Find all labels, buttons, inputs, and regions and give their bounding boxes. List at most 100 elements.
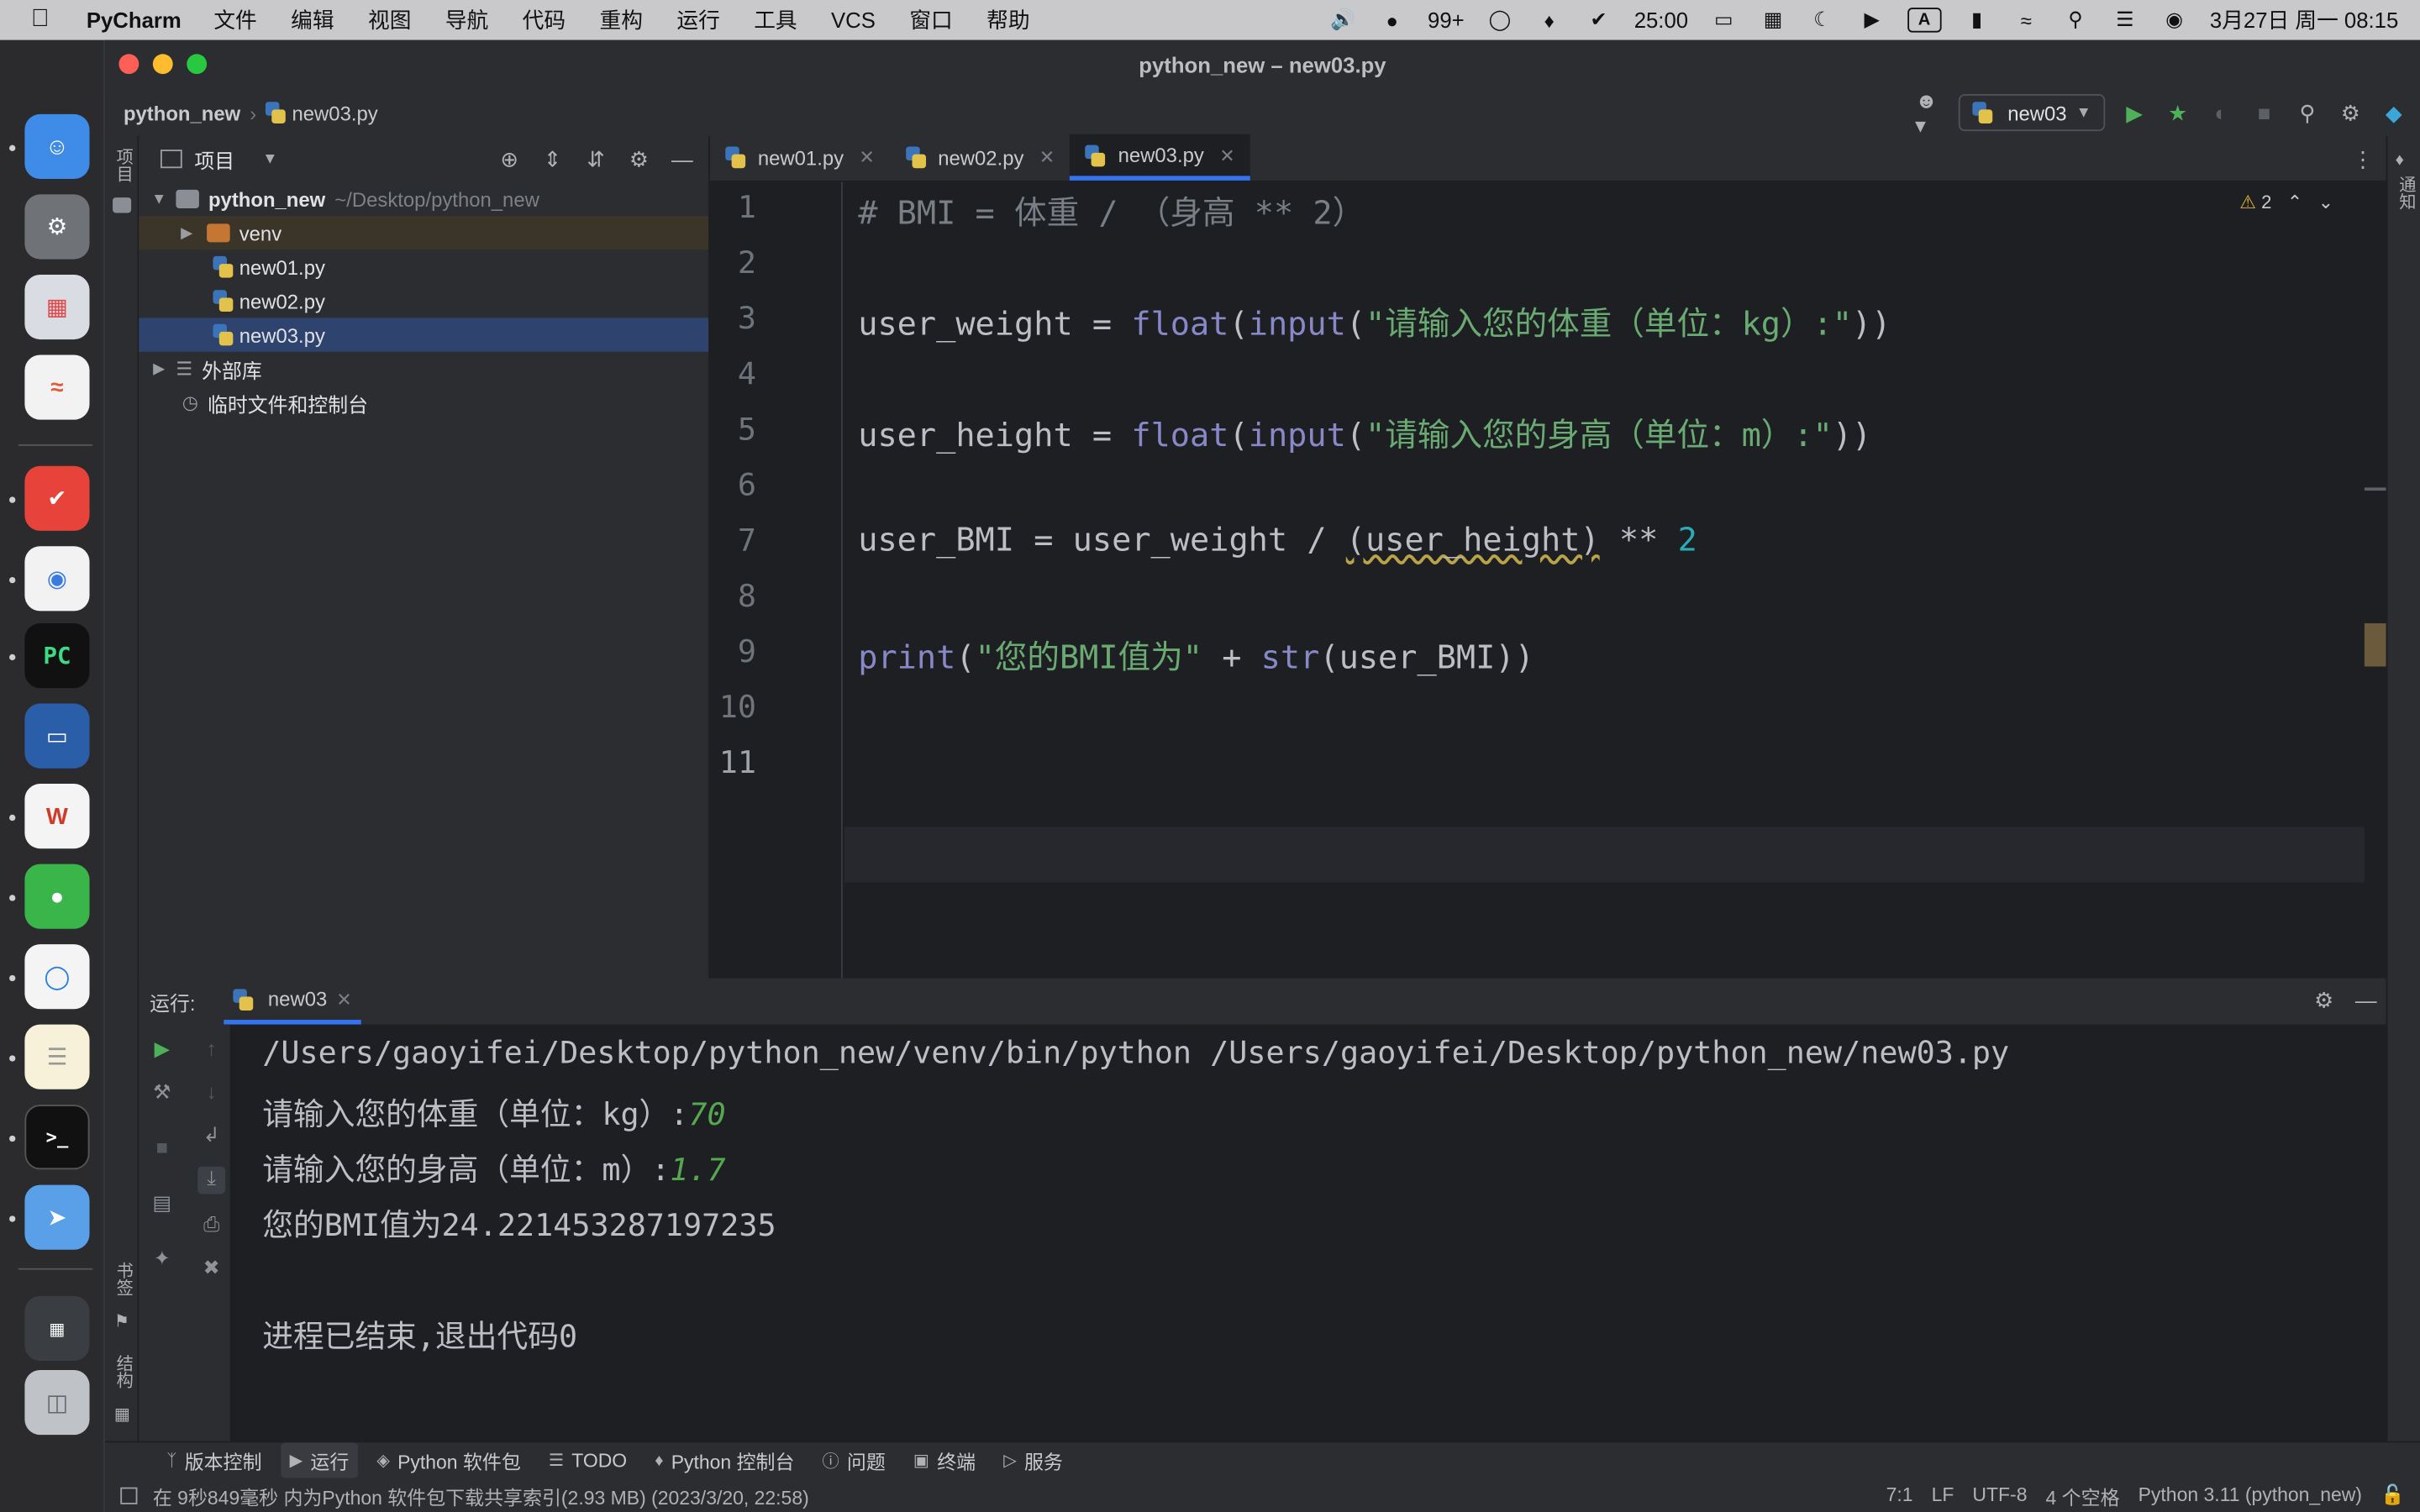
code-line-7[interactable]: user_BMI = user_weight / (user_height) *…: [858, 522, 1697, 559]
scroll-to-end-icon[interactable]: ⤓: [197, 1166, 226, 1194]
tool-terminal[interactable]: ▣ 终端: [904, 1442, 985, 1478]
trash-icon[interactable]: ◫: [24, 1370, 90, 1436]
previous-highlight-icon[interactable]: ⌃: [2287, 192, 2302, 213]
tree-item-new01[interactable]: new01.py: [139, 250, 708, 284]
stop-process-icon[interactable]: ■: [148, 1136, 176, 1163]
project-tool-label[interactable]: 项目: [111, 148, 135, 181]
collapse-all-icon[interactable]: ⇵: [581, 145, 609, 173]
panel-settings-gear-icon[interactable]: ⚙: [625, 145, 653, 173]
tool-version-control[interactable]: ᛉ 版本控制: [157, 1442, 271, 1478]
hide-panel-icon[interactable]: —: [668, 145, 696, 173]
stage-manager-icon[interactable]: ▦: [1760, 8, 1787, 32]
clock[interactable]: 3月27日 周一 08:15: [2210, 5, 2398, 36]
control-center-icon[interactable]: ☰: [2111, 8, 2139, 32]
tree-root-row[interactable]: ▼ python_new ~/Desktop/python_new: [139, 182, 708, 216]
moon-icon[interactable]: ☾: [1808, 8, 1836, 32]
project-view-selector[interactable]: 项目: [194, 144, 234, 174]
editor-scrollbar[interactable]: [2364, 181, 2386, 979]
coverage-icon[interactable]: ◐: [2207, 99, 2235, 127]
caret-position[interactable]: 7:1: [1886, 1484, 1913, 1506]
minimize-window-button[interactable]: [152, 54, 173, 75]
close-tab-icon[interactable]: ✕: [336, 988, 351, 1010]
file-encoding[interactable]: UTF-8: [1972, 1484, 2027, 1506]
code-line-3[interactable]: user_weight = float(input("请输入您的体重（单位：kg…: [858, 299, 1891, 345]
menu-view[interactable]: 视图: [368, 5, 411, 36]
downloads-stack-icon[interactable]: ▦: [24, 1295, 90, 1361]
close-tab-icon[interactable]: ✕: [859, 146, 874, 168]
menu-vcs[interactable]: VCS: [831, 8, 876, 32]
tab-new02[interactable]: new02.py ✕: [890, 134, 1070, 181]
folder-tool-icon[interactable]: [113, 197, 132, 213]
tree-item-new02[interactable]: new02.py: [139, 284, 708, 318]
volume-icon[interactable]: 🔊: [1328, 8, 1356, 32]
menu-window[interactable]: 窗口: [909, 5, 952, 36]
code-line-5[interactable]: user_height = float(input("请输入您的身高（单位：m）…: [858, 411, 1871, 457]
tool-python-packages[interactable]: ◈ Python 软件包: [367, 1442, 530, 1478]
wps-icon[interactable]: W: [24, 784, 90, 849]
status-message[interactable]: 在 9秒849毫秒 内为Python 软件包下载共享索引(2.93 MB) (2…: [153, 1480, 809, 1509]
bookmark-icon[interactable]: ⚑: [114, 1311, 129, 1331]
wifi-icon[interactable]: ≈: [2012, 8, 2040, 32]
chrome-icon[interactable]: ◉: [24, 546, 90, 612]
close-tab-icon[interactable]: ✕: [1039, 146, 1055, 168]
tree-item-scratches[interactable]: ◷ 临时文件和控制台: [139, 386, 708, 419]
rerun-icon[interactable]: ▶: [148, 1037, 176, 1064]
maps-icon[interactable]: ➤: [24, 1184, 90, 1250]
ticktick-icon[interactable]: ✔: [24, 465, 90, 531]
tool-python-console[interactable]: ♦ Python 控制台: [645, 1442, 803, 1478]
wrench-icon[interactable]: ⚒: [148, 1080, 176, 1108]
globe-icon[interactable]: ◯: [1486, 8, 1513, 32]
chevron-down-icon[interactable]: ▼: [262, 150, 277, 167]
code-line-9[interactable]: print("您的BMI值为" + str(user_BMI)): [858, 633, 1534, 679]
display-icon[interactable]: ▭: [1710, 8, 1738, 32]
input-method-icon[interactable]: A: [1907, 8, 1942, 33]
bookmarks-tool-label[interactable]: 书签: [111, 1262, 135, 1295]
menu-help[interactable]: 帮助: [986, 5, 1029, 36]
spotlight-search-icon[interactable]: ⚲: [2062, 8, 2090, 32]
code-line-1[interactable]: # BMI = 体重 / （身高 ** 2）: [858, 188, 1365, 234]
timer-check-icon[interactable]: ✔: [1585, 8, 1612, 32]
soft-wrap-icon[interactable]: ↲: [197, 1123, 225, 1151]
notification-bell-icon[interactable]: ♦: [1535, 8, 1563, 32]
pin-icon[interactable]: ✦: [148, 1247, 176, 1274]
menu-navigate[interactable]: 导航: [445, 5, 488, 36]
tool-services[interactable]: ▷ 服务: [994, 1442, 1072, 1478]
notifications-bell-icon[interactable]: ♦: [2396, 151, 2404, 170]
siri-icon[interactable]: ◉: [2160, 8, 2188, 32]
system-settings-icon[interactable]: ⚙: [24, 194, 90, 260]
tab-new01[interactable]: new01.py ✕: [710, 134, 890, 181]
wechat-icon[interactable]: ●: [1378, 8, 1406, 32]
chevron-right-icon[interactable]: ▶: [176, 224, 197, 241]
layout-icon[interactable]: ▤: [148, 1191, 176, 1219]
notifications-tool-label[interactable]: 通知: [2394, 176, 2418, 209]
next-highlight-icon[interactable]: ⌄: [2318, 192, 2333, 213]
more-tabs-icon[interactable]: ⋮: [2349, 145, 2377, 173]
parallels-icon[interactable]: ▭: [24, 703, 90, 769]
finder-icon[interactable]: ☺: [24, 113, 90, 180]
scroll-thumb[interactable]: [2364, 623, 2386, 667]
breadcrumb-project[interactable]: python_new: [124, 101, 240, 124]
menu-tools[interactable]: 工具: [754, 5, 797, 36]
wechat-dock-icon[interactable]: ●: [24, 864, 90, 929]
expand-all-icon[interactable]: ⇕: [539, 145, 566, 173]
locate-file-icon[interactable]: ⊕: [496, 145, 523, 173]
menu-refactor[interactable]: 重构: [600, 5, 643, 36]
menu-run[interactable]: 运行: [676, 5, 719, 36]
print-icon[interactable]: ⎙: [197, 1213, 225, 1241]
lock-icon[interactable]: 🔓: [2381, 1483, 2405, 1507]
run-icon[interactable]: ▶: [2121, 99, 2149, 127]
timer-text[interactable]: 25:00: [1634, 8, 1688, 32]
line-separator[interactable]: LF: [1932, 1484, 1954, 1506]
run-tab-new03[interactable]: new03 ✕: [223, 978, 361, 1025]
close-tab-icon[interactable]: ✕: [1219, 144, 1234, 166]
launchpad-icon[interactable]: ▦: [24, 274, 90, 340]
warning-indicator[interactable]: ⚠ 2: [2239, 192, 2271, 213]
stop-icon[interactable]: ■: [2250, 99, 2278, 127]
menu-edit[interactable]: 编辑: [291, 5, 334, 36]
chevron-right-icon[interactable]: ▶: [148, 360, 170, 377]
menu-file[interactable]: 文件: [213, 5, 256, 36]
jetbrains-logo-icon[interactable]: ◆: [2380, 99, 2407, 127]
wechat-badge[interactable]: 99+: [1428, 8, 1465, 32]
clear-trash-icon[interactable]: ✖: [197, 1256, 225, 1284]
status-layout-icon[interactable]: [120, 1486, 138, 1504]
